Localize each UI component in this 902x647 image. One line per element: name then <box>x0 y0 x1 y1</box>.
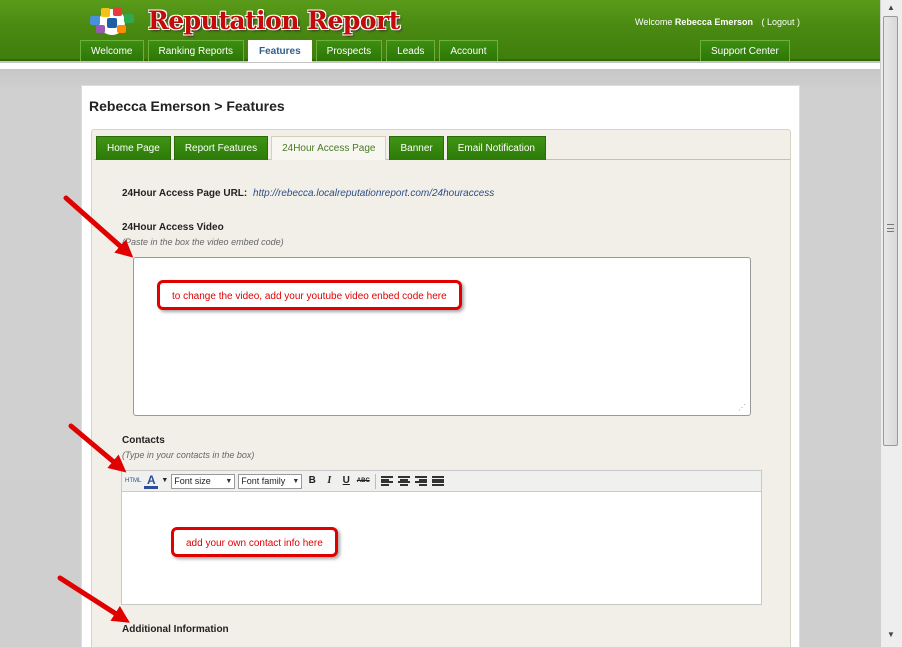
main-nav: Welcome Ranking Reports Features Prospec… <box>80 40 498 62</box>
font-family-value: Font family <box>241 475 286 486</box>
tab-24hour-access-page[interactable]: 24Hour Access Page <box>271 136 387 160</box>
page-title: Rebecca Emerson > Features <box>89 98 285 114</box>
tab-home-page[interactable]: Home Page <box>96 136 171 160</box>
user-name: Rebecca Emerson <box>674 17 753 27</box>
italic-button[interactable]: I <box>322 473 336 489</box>
access-url-row: 24Hour Access Page URL: http://rebecca.l… <box>122 188 494 199</box>
video-label: 24Hour Access Video <box>122 222 224 233</box>
font-color-dropdown-icon[interactable]: ▼ <box>161 473 168 489</box>
features-tabs: Home Page Report Features 24Hour Access … <box>94 135 790 160</box>
page-scrollbar[interactable]: ▲ ▼ <box>880 0 902 647</box>
welcome-text: Welcome Rebecca Emerson ( Logout ) <box>635 17 800 27</box>
contacts-hint: (Type in your contacts in the box) <box>122 450 255 460</box>
align-left-icon[interactable] <box>381 473 395 489</box>
video-hint: (Paste in the box the video embed code) <box>122 237 284 247</box>
additional-info-label: Additional Information <box>122 624 229 635</box>
support-center-tab[interactable]: Support Center <box>700 40 790 61</box>
strikethrough-button[interactable]: ABC <box>356 473 370 489</box>
contacts-label: Contacts <box>122 435 165 446</box>
html-button[interactable]: HTML <box>125 473 141 489</box>
nav-tab-ranking-reports[interactable]: Ranking Reports <box>147 40 244 61</box>
access-url-label: 24Hour Access Page URL: <box>122 188 248 199</box>
site-header: Reputation Report Welcome Rebecca Emerso… <box>0 0 880 62</box>
scroll-up-icon[interactable]: ▲ <box>884 2 898 14</box>
font-color-button[interactable]: A <box>144 474 159 489</box>
editor-toolbar: HTML A ▼ Font size ▼ Font family ▼ B I U… <box>122 471 761 492</box>
logo-text: Reputation Report <box>148 6 400 35</box>
access-url-link[interactable]: http://rebecca.localreputationreport.com… <box>253 188 494 199</box>
nav-tab-leads[interactable]: Leads <box>386 40 436 61</box>
logout-link[interactable]: ( Logout ) <box>761 17 800 27</box>
video-callout: to change the video, add your youtube vi… <box>157 280 462 310</box>
font-size-select[interactable]: Font size ▼ <box>171 473 236 489</box>
tab-report-features[interactable]: Report Features <box>173 136 269 160</box>
nav-tab-account[interactable]: Account <box>439 40 498 61</box>
resize-grip-icon[interactable]: ⋰ <box>738 404 746 412</box>
align-center-icon[interactable] <box>398 473 412 489</box>
features-panel: Home Page Report Features 24Hour Access … <box>91 129 791 647</box>
scrollbar-thumb[interactable] <box>883 16 898 446</box>
toolbar-separator <box>375 473 377 489</box>
welcome-prefix: Welcome <box>635 17 673 27</box>
nav-tab-welcome[interactable]: Welcome <box>80 40 144 61</box>
main-content: Rebecca Emerson > Features Home Page Rep… <box>81 85 800 647</box>
font-family-select[interactable]: Font family ▼ <box>238 473 303 489</box>
grip-icon <box>887 224 894 232</box>
chevron-down-icon: ▼ <box>225 477 233 485</box>
tab-email-notification[interactable]: Email Notification <box>446 136 546 160</box>
contacts-callout: add your own contact info here <box>171 527 338 557</box>
font-size-value: Font size <box>174 475 211 486</box>
align-justify-icon[interactable] <box>432 473 446 489</box>
bold-button[interactable]: B <box>305 473 319 489</box>
logo-icon <box>90 7 134 35</box>
scroll-down-icon[interactable]: ▼ <box>884 629 898 641</box>
chevron-down-icon: ▼ <box>292 477 300 485</box>
header-divider <box>0 63 880 69</box>
nav-tab-prospects[interactable]: Prospects <box>315 40 383 61</box>
tab-banner[interactable]: Banner <box>389 136 444 160</box>
nav-tab-features[interactable]: Features <box>247 40 312 62</box>
logo[interactable]: Reputation Report <box>84 4 400 38</box>
align-right-icon[interactable] <box>415 473 429 489</box>
underline-button[interactable]: U <box>339 473 353 489</box>
browser-viewport: Reputation Report Welcome Rebecca Emerso… <box>0 0 880 647</box>
